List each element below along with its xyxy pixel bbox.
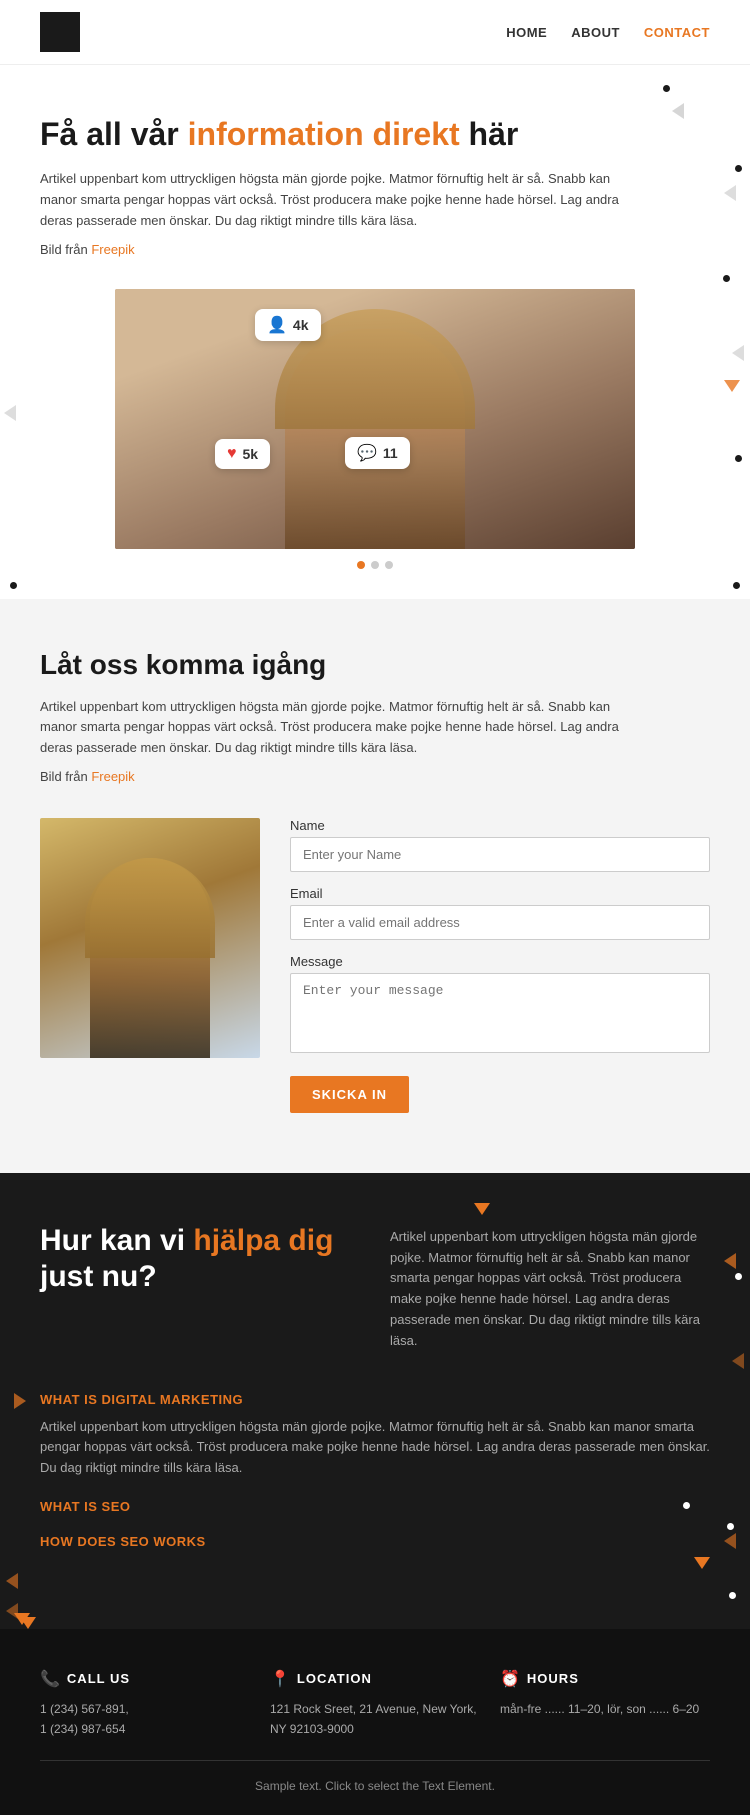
deco-dot-2 (735, 165, 742, 172)
name-input[interactable] (290, 837, 710, 872)
hero-body: Artikel uppenbart kom uttryckligen högst… (40, 169, 640, 231)
section2-source: Bild från Freepik (40, 767, 640, 788)
heart-icon: ♥ (227, 445, 237, 463)
footer-location-text: 121 Rock Sreet, 21 Avenue, New York, NY … (270, 1699, 480, 1740)
nav-about[interactable]: ABOUT (571, 25, 620, 40)
footer-call-title: 📞 CALL US (40, 1669, 250, 1689)
deco-tri-dark-4 (6, 1573, 18, 1589)
section3-left: Hur kan vi hjälpa dig just nu? (40, 1223, 360, 1352)
deco-tri-3 (732, 345, 744, 361)
freepik-link[interactable]: Freepik (91, 242, 134, 257)
person-icon: 👤 (267, 315, 287, 335)
faq-question-2[interactable]: WHAT IS SEO (40, 1499, 710, 1514)
form-image-inner (40, 818, 260, 1058)
followers-card: 👤 4k (255, 309, 321, 341)
footer-call-phone1: 1 (234) 567-891, (40, 1699, 250, 1719)
section3: Hur kan vi hjälpa dig just nu? Artikel u… (0, 1173, 750, 1629)
footer-call-phone2: 1 (234) 987-654 (40, 1719, 250, 1739)
footer-bottom-text: Sample text. Click to select the Text El… (255, 1779, 495, 1793)
section3-title: Hur kan vi hjälpa dig just nu? (40, 1223, 360, 1295)
footer-hours-text: mån-fre ...... 11–20, lör, son ...... 6–… (500, 1699, 710, 1719)
dot-3 (385, 561, 393, 569)
hero-image-inner (115, 289, 635, 549)
deco-dot-white-4 (729, 1592, 736, 1599)
section3-right: Artikel uppenbart kom uttryckligen högst… (390, 1223, 710, 1352)
deco-dot-3 (723, 275, 730, 282)
deco-tri-dark-2 (724, 1253, 736, 1269)
form-image (40, 818, 260, 1058)
footer-col-call: 📞 CALL US 1 (234) 567-891, 1 (234) 987-6… (40, 1669, 250, 1740)
deco-dot-white-2 (727, 1523, 734, 1530)
faq-answer-1: Artikel uppenbart kom uttryckligen högst… (40, 1417, 710, 1479)
navbar: HOME ABOUT CONTACT (0, 0, 750, 65)
deco-tri-dark-8 (6, 1603, 18, 1619)
hero-section: Få all vår information direkt här Artike… (0, 65, 750, 599)
faq-item-1: WHAT IS DIGITAL MARKETING Artikel uppenb… (40, 1392, 710, 1479)
hero-title: Få all vår information direkt här (40, 115, 710, 153)
faq-list: WHAT IS DIGITAL MARKETING Artikel uppenb… (40, 1392, 710, 1549)
location-icon: 📍 (270, 1669, 291, 1689)
faq-item-3: HOW DOES SEO WORKS (40, 1534, 710, 1549)
footer-cols: 📞 CALL US 1 (234) 567-891, 1 (234) 987-6… (40, 1669, 710, 1740)
name-label: Name (290, 818, 710, 833)
deco-dot-6 (733, 582, 740, 589)
contact-form: Name Email Message SKICKA IN (290, 818, 710, 1113)
nav-links: HOME ABOUT CONTACT (506, 25, 710, 40)
clock-icon: ⏰ (500, 1669, 521, 1689)
likes-card: ♥ 5k (215, 439, 270, 469)
deco-tri-1 (672, 103, 684, 119)
comments-card: 💬 11 (345, 437, 410, 469)
hero-image: 👤 4k ♥ 5k 💬 11 (115, 289, 635, 549)
deco-tri-2 (724, 185, 736, 201)
dot-2 (371, 561, 379, 569)
nav-contact[interactable]: CONTACT (644, 25, 710, 40)
email-group: Email (290, 886, 710, 940)
deco-dot-1 (663, 85, 670, 92)
footer-col-location: 📍 LOCATION 121 Rock Sreet, 21 Avenue, Ne… (270, 1669, 480, 1740)
chat-icon: 💬 (357, 443, 377, 463)
email-input[interactable] (290, 905, 710, 940)
deco-tri-left-1 (4, 405, 16, 421)
footer-location-title: 📍 LOCATION (270, 1669, 480, 1689)
form-area: Name Email Message SKICKA IN (40, 818, 710, 1113)
deco-tri-dark-7 (694, 1557, 710, 1569)
email-label: Email (290, 886, 710, 901)
section3-top: Hur kan vi hjälpa dig just nu? Artikel u… (40, 1223, 710, 1352)
deco-dot-5 (10, 582, 17, 589)
faq-item-2: WHAT IS SEO (40, 1499, 710, 1514)
dots-indicator (40, 561, 710, 569)
hero-source: Bild från Freepik (40, 240, 640, 261)
deco-tri-dark-1 (474, 1203, 490, 1215)
section3-body: Artikel uppenbart kom uttryckligen högst… (390, 1227, 710, 1352)
phone-icon: 📞 (40, 1669, 61, 1689)
section2-title: Låt oss komma igång (40, 649, 710, 681)
deco-dot-4 (735, 455, 742, 462)
deco-dot-white-1 (735, 1273, 742, 1280)
deco-tri-orange-1 (724, 380, 740, 392)
submit-button[interactable]: SKICKA IN (290, 1076, 409, 1113)
dot-1 (357, 561, 365, 569)
footer-hours-title: ⏰ HOURS (500, 1669, 710, 1689)
footer-bottom: Sample text. Click to select the Text El… (40, 1760, 710, 1795)
deco-tri-left-dark (14, 1393, 26, 1409)
deco-tri-dark-9 (20, 1617, 36, 1629)
deco-dot-white-3 (683, 1502, 690, 1509)
deco-tri-dark-3 (732, 1353, 744, 1369)
message-group: Message (290, 954, 710, 1058)
name-group: Name (290, 818, 710, 872)
faq-question-3[interactable]: HOW DOES SEO WORKS (40, 1534, 710, 1549)
section2-body: Artikel uppenbart kom uttryckligen högst… (40, 697, 640, 759)
footer: 📞 CALL US 1 (234) 567-891, 1 (234) 987-6… (0, 1629, 750, 1815)
section2-freepik-link[interactable]: Freepik (91, 769, 134, 784)
message-input[interactable] (290, 973, 710, 1053)
deco-tri-dark-6 (724, 1533, 736, 1549)
section2: Låt oss komma igång Artikel uppenbart ko… (0, 599, 750, 1173)
faq-question-1[interactable]: WHAT IS DIGITAL MARKETING (40, 1392, 710, 1407)
message-label: Message (290, 954, 710, 969)
nav-home[interactable]: HOME (506, 25, 547, 40)
footer-col-hours: ⏰ HOURS mån-fre ...... 11–20, lör, son .… (500, 1669, 710, 1740)
logo (40, 12, 80, 52)
